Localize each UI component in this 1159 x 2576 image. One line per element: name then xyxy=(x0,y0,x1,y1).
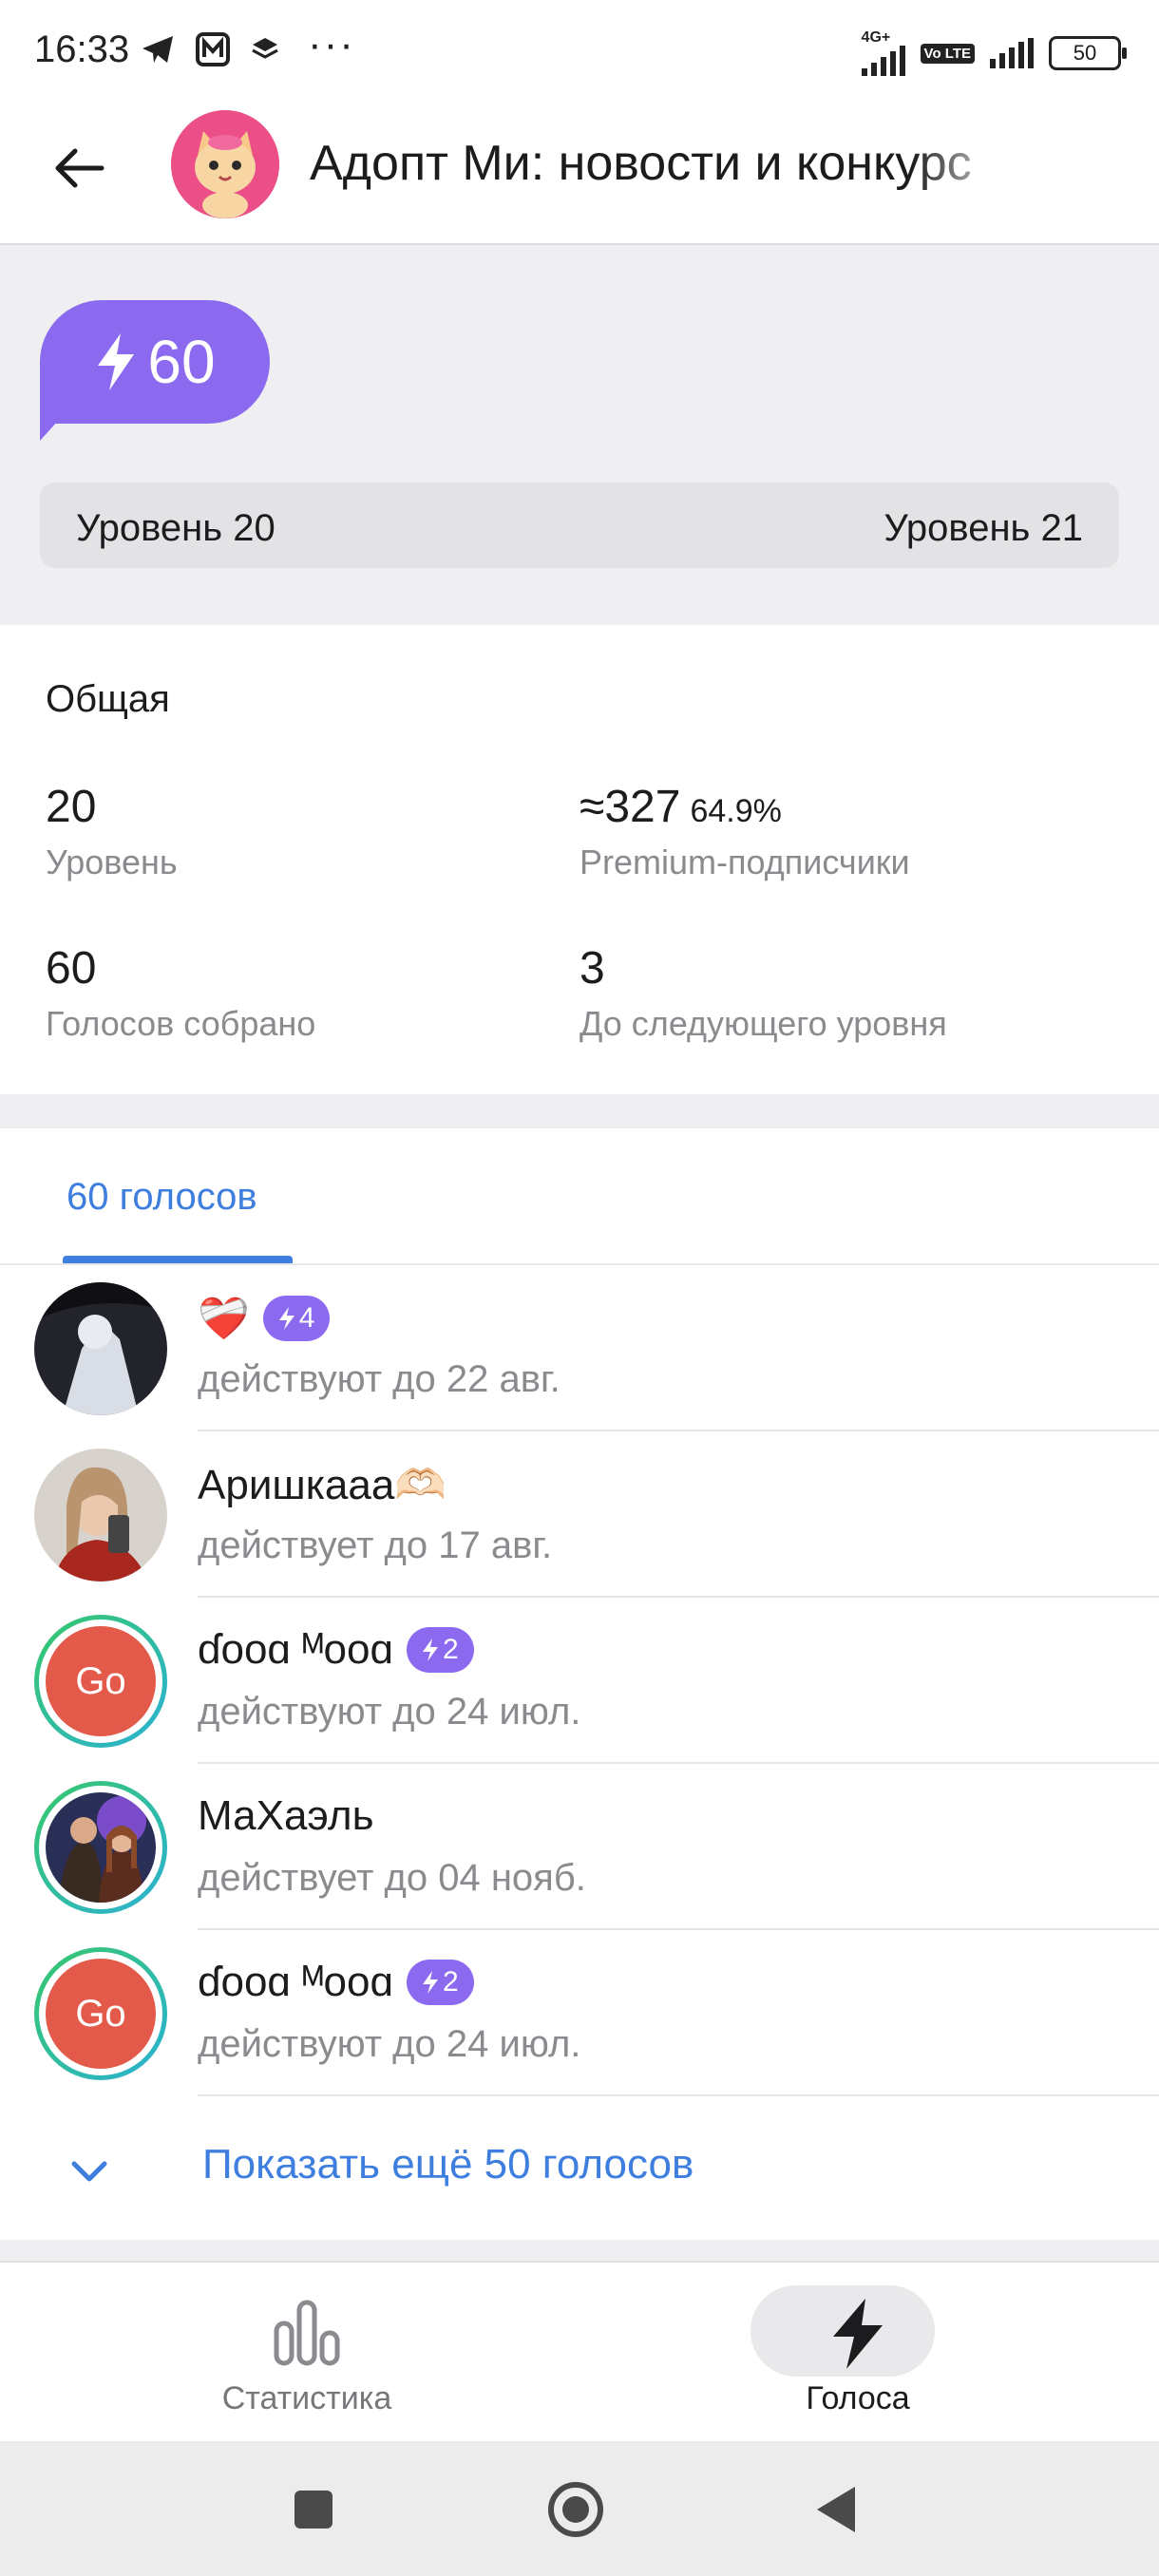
boost-chip: 4 xyxy=(262,1296,331,1341)
stat-premium: ≈327 64.9% Premium-подписчики xyxy=(580,781,910,882)
avatar: Go xyxy=(34,1615,167,1748)
lightning-icon xyxy=(422,1638,438,1661)
back-button[interactable] xyxy=(46,135,112,201)
square-icon xyxy=(294,2491,332,2529)
recents-button[interactable] xyxy=(293,2489,334,2535)
avatar-photo xyxy=(46,1792,156,1903)
section-gap xyxy=(0,2242,1159,2261)
stat-next-label: До следующего уровня xyxy=(580,1004,947,1043)
level-current: Уровень 20 xyxy=(76,507,276,549)
status-right: 4G+ Vo LTE 50 xyxy=(861,30,1127,76)
voter-expiry: действует до 17 авг. xyxy=(198,1525,553,1566)
channel-title: Адопт Ми: новости и конкурс xyxy=(310,136,972,191)
voter-name: ɗooɑ ᴹooɑ xyxy=(198,1626,393,1673)
back-nav-button[interactable] xyxy=(813,2485,859,2539)
avatar: Go xyxy=(34,1947,167,2080)
stat-premium-value: ≈327 xyxy=(580,782,681,832)
avatar-photo xyxy=(34,1282,167,1415)
voter-row[interactable]: Go ɗooɑ ᴹooɑ 2 действуют до 24 июл. xyxy=(0,1930,1159,2096)
avatar-photo xyxy=(34,1449,167,1582)
battery-icon: 50 xyxy=(1049,36,1127,70)
show-more-button[interactable]: Показать ещё 50 голосов xyxy=(202,2141,694,2188)
stat-premium-label: Premium-подписчики xyxy=(580,843,910,881)
tab-votes[interactable]: 60 голосов xyxy=(66,1176,257,1219)
status-bar: 16:33 ··· 4G+ Vo LTE 50 xyxy=(0,0,1159,99)
title-fade xyxy=(912,118,1016,213)
avatar-initials: Go xyxy=(46,1959,156,2069)
avatar xyxy=(34,1282,167,1415)
arrow-left-icon xyxy=(55,148,104,188)
avatar xyxy=(34,1449,167,1582)
voter-row[interactable]: Аришкааа🫶🏻 действует до 17 авг. xyxy=(0,1431,1159,1598)
app-header: Адопт Ми: новости и конкурс xyxy=(0,99,1159,245)
chevron-down-icon[interactable] xyxy=(68,2150,110,2192)
bar-chart-icon xyxy=(274,2300,340,2366)
notification-icons xyxy=(141,32,279,66)
voter-expiry: действуют до 24 июл. xyxy=(198,1691,581,1733)
voter-expiry: действуют до 24 июл. xyxy=(198,2023,581,2065)
bottom-nav: Статистика Голоса xyxy=(0,2261,1159,2443)
app-icon xyxy=(196,32,230,66)
voter-row[interactable]: МаХаэль действует до 04 нояб. xyxy=(0,1764,1159,1930)
signal-icon xyxy=(861,46,905,76)
home-button[interactable] xyxy=(545,2479,606,2545)
voter-expiry: действует до 04 нояб. xyxy=(198,1857,586,1899)
channel-avatar[interactable] xyxy=(171,110,279,218)
tab-indicator xyxy=(63,1256,293,1263)
home-circle-icon xyxy=(548,2482,603,2537)
row-divider xyxy=(198,2094,1159,2096)
stat-votes: 60 Голосов собрано xyxy=(46,942,315,1044)
layers-icon xyxy=(252,38,278,59)
lightning-icon xyxy=(98,333,135,390)
boost-count-badge: 60 xyxy=(40,300,270,424)
tab-votes-nav[interactable]: Голоса xyxy=(568,2263,1148,2443)
stat-level-value: 20 xyxy=(46,782,97,832)
stat-level-label: Уровень xyxy=(46,843,178,881)
more-notifications: ··· xyxy=(308,21,355,67)
volte-badge: Vo LTE xyxy=(920,43,975,64)
system-nav-bar xyxy=(0,2441,1159,2576)
voter-expiry: действуют до 22 авг. xyxy=(198,1358,560,1400)
triangle-back-icon xyxy=(817,2487,855,2532)
level-next: Уровень 21 xyxy=(884,507,1083,549)
boost-chip: 2 xyxy=(406,1627,474,1673)
stats-title: Общая xyxy=(46,678,170,720)
lightning-icon xyxy=(833,2299,883,2369)
avatar xyxy=(34,1781,167,1914)
stat-next-value: 3 xyxy=(580,943,605,994)
status-time: 16:33 xyxy=(34,28,130,70)
stat-level: 20 Уровень xyxy=(46,781,178,882)
cat-mascot-icon xyxy=(171,110,279,218)
boost-chip: 2 xyxy=(406,1960,474,2005)
voter-name: ❤️‍🩹 xyxy=(198,1296,250,1342)
network-type: 4G+ xyxy=(861,30,905,76)
voter-row[interactable]: Go ɗooɑ ᴹooɑ 2 действуют до 24 июл. xyxy=(0,1598,1159,1764)
tab-votes-label: Голоса xyxy=(806,2380,910,2416)
stat-votes-label: Голосов собрано xyxy=(46,1004,316,1043)
voter-row[interactable]: ❤️‍🩹 4 действуют до 22 авг. xyxy=(0,1265,1159,1431)
stat-next: 3 До следующего уровня xyxy=(580,942,947,1044)
tab-statistics-label: Статистика xyxy=(221,2380,392,2416)
voter-name: МаХаэль xyxy=(198,1792,374,1839)
stat-votes-value: 60 xyxy=(46,943,97,994)
tab-statistics[interactable]: Статистика xyxy=(17,2263,597,2443)
lightning-icon xyxy=(278,1307,294,1330)
avatar-initials: Go xyxy=(46,1626,156,1736)
stat-premium-percent: 64.9% xyxy=(690,793,782,829)
signal-2-icon xyxy=(990,38,1034,68)
telegram-icon xyxy=(142,36,173,63)
boost-count: 60 xyxy=(147,328,216,396)
voter-name: Аришкааа🫶🏻 xyxy=(198,1462,447,1508)
lightning-icon xyxy=(422,1971,438,1994)
voter-name: ɗooɑ ᴹooɑ xyxy=(198,1959,393,2005)
